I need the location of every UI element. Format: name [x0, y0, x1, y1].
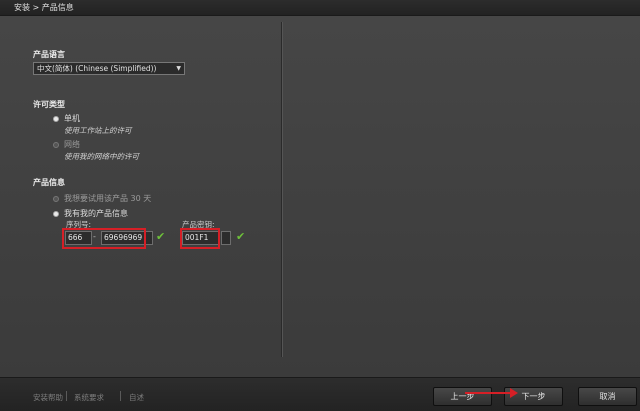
- trial-option-label: 我想要试用该产品 30 天: [64, 194, 152, 203]
- product-key-highlight-box: [180, 228, 220, 249]
- footer-separator: [66, 391, 67, 401]
- product-info-section-title: 产品信息: [33, 178, 65, 187]
- serial-valid-check-icon: ✔: [156, 230, 166, 243]
- cancel-button[interactable]: 取消: [578, 387, 637, 406]
- panel-divider: [281, 22, 282, 357]
- product-key-extra-box[interactable]: [221, 231, 231, 245]
- radio-standalone[interactable]: [53, 115, 59, 122]
- annotation-arrow-icon: [510, 388, 518, 398]
- chevron-down-icon[interactable]: ▼: [176, 63, 181, 74]
- radio-network[interactable]: [53, 141, 59, 148]
- have-product-info-label: 我有我的产品信息: [64, 209, 128, 218]
- license-option-network[interactable]: 网络: [53, 139, 80, 150]
- language-dropdown[interactable]: 中文(简体) (Chinese (Simplified)) ▼: [33, 62, 185, 75]
- annotation-arrow-line: [465, 392, 511, 394]
- license-section-title: 许可类型: [33, 100, 65, 109]
- language-section-title: 产品语言: [33, 50, 65, 59]
- license-option-standalone[interactable]: 单机: [53, 113, 80, 124]
- license-option-standalone-label: 单机: [64, 114, 80, 123]
- language-selected-value: 中文(简体) (Chinese (Simplified)): [37, 64, 157, 73]
- footer-bar: 安装帮助 系统要求 自述 上一步 下一步 取消: [0, 377, 640, 411]
- license-option-network-label: 网络: [64, 140, 80, 149]
- readme-link[interactable]: 自述: [129, 392, 144, 403]
- product-key-valid-check-icon: ✔: [236, 230, 246, 243]
- have-product-info-option[interactable]: 我有我的产品信息: [53, 208, 128, 219]
- trial-option[interactable]: 我想要试用该产品 30 天: [53, 193, 151, 204]
- license-option-network-description: 使用我的网络中的许可: [64, 152, 139, 161]
- serial-highlight-box: [62, 228, 146, 249]
- title-bar: 安装 > 产品信息: [0, 0, 640, 16]
- breadcrumb: 安装 > 产品信息: [14, 3, 74, 12]
- radio-trial[interactable]: [53, 195, 59, 202]
- install-help-link[interactable]: 安装帮助: [33, 392, 63, 403]
- license-option-standalone-description: 使用工作站上的许可: [64, 126, 132, 135]
- footer-separator: [120, 391, 121, 401]
- system-requirements-link[interactable]: 系统要求: [74, 392, 104, 403]
- back-button[interactable]: 上一步: [433, 387, 492, 406]
- radio-have-product-info[interactable]: [53, 210, 59, 217]
